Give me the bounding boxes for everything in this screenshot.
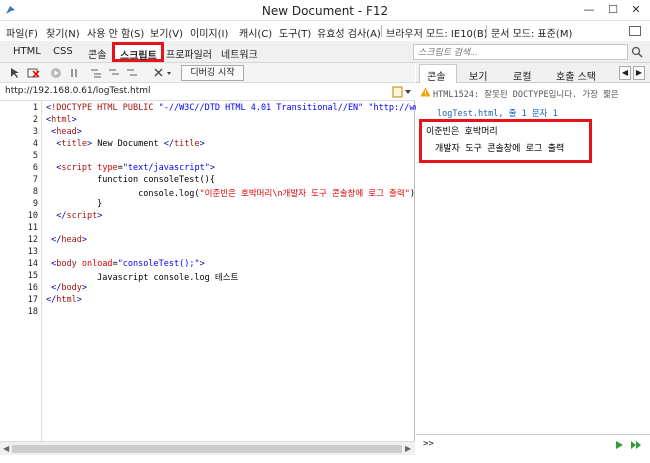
line-number-gutter[interactable]: 1 2 3 4 5 6 7 8 9 10 11 12 13 14 15 16 1… — [0, 101, 42, 442]
line-number: 1 — [32, 103, 38, 113]
code-line[interactable]: Javascript console.log 테스트 — [46, 271, 238, 283]
step-into-icon[interactable] — [90, 67, 103, 79]
line-number: 18 — [27, 307, 38, 317]
code-line[interactable]: </body> — [46, 283, 87, 293]
right-tab-callstack[interactable]: 호출 스택 — [556, 68, 596, 83]
step-out-icon[interactable] — [126, 67, 139, 79]
menu-file[interactable]: 파일(F) — [6, 25, 38, 40]
continue-icon[interactable] — [50, 67, 63, 79]
line-number: 15 — [27, 271, 38, 281]
close-button[interactable]: ✕ — [627, 2, 645, 18]
code-line[interactable]: } — [46, 199, 102, 209]
title-bar: New Document - F12 — ☐ ✕ — [0, 0, 650, 21]
minimize-button[interactable]: — — [580, 2, 598, 18]
menu-document-mode[interactable]: 문서 모드: 표준(M) — [491, 25, 572, 40]
code-editor[interactable]: 1 2 3 4 5 6 7 8 9 10 11 12 13 14 15 16 1… — [0, 101, 476, 442]
pause-icon[interactable] — [68, 67, 81, 79]
console-log-line: 이준빈은 호박머리 — [426, 127, 498, 137]
scrollbar-thumb[interactable] — [12, 445, 402, 453]
line-number: 4 — [32, 139, 38, 149]
code-line[interactable]: console.log("이준빈은 호박머리\n개발자 도구 콘솔창에 로그 출… — [46, 187, 420, 199]
right-tab-watch[interactable]: 보기 — [469, 68, 487, 83]
line-number: 2 — [32, 115, 38, 125]
line-number: 10 — [27, 211, 38, 221]
maximize-button[interactable]: ☐ — [604, 2, 622, 18]
code-line[interactable]: </head> — [46, 235, 87, 245]
console-log-line: 개발자 도구 콘솔창에 로그 출력 — [435, 144, 565, 154]
line-number: 13 — [27, 247, 38, 257]
line-number: 16 — [27, 283, 38, 293]
code-line[interactable]: function consoleTest(){ — [46, 175, 215, 185]
code-line[interactable]: <body onload="consoleTest();"> — [46, 259, 205, 269]
scroll-left-icon[interactable]: ◀ — [3, 444, 9, 453]
menu-separator — [486, 25, 487, 37]
status-strip — [0, 455, 650, 463]
line-number: 11 — [27, 223, 38, 233]
code-line[interactable]: <head> — [46, 127, 82, 137]
menu-tools[interactable]: 도구(T) — [279, 25, 311, 40]
console-prompt: >> — [423, 439, 434, 449]
menu-separator — [381, 25, 382, 37]
tab-html[interactable]: HTML — [13, 46, 41, 57]
script-url[interactable]: http://192.168.0.61/logTest.html — [5, 86, 151, 96]
menu-validate[interactable]: 유효성 검사(A) — [317, 25, 381, 40]
tabs-scroll-left-icon[interactable]: ◀ — [619, 66, 631, 80]
code-line[interactable]: <!DOCTYPE HTML PUBLIC "-//W3C//DTD HTML … — [46, 103, 476, 113]
script-search-input[interactable] — [413, 44, 628, 60]
line-number: 7 — [32, 175, 38, 185]
tab-script-label: 스크립트 — [120, 51, 157, 62]
select-element-icon[interactable] — [9, 67, 22, 79]
code-line[interactable]: </script> — [46, 211, 102, 221]
console-warning-text: HTML1524: 잘못된 DOCTYPE입니다. 가장 짧은 — [433, 90, 619, 100]
menu-view[interactable]: 보기(V) — [150, 25, 183, 40]
warning-icon — [420, 87, 431, 97]
window-title: New Document - F12 — [261, 4, 389, 18]
scroll-right-icon[interactable]: ▶ — [405, 444, 411, 453]
menu-browser-mode[interactable]: 브라우저 모드: IE10(B) — [386, 25, 488, 40]
line-number: 12 — [27, 235, 38, 245]
line-number: 5 — [32, 151, 38, 161]
menu-cache[interactable]: 캐시(C) — [239, 25, 272, 40]
start-debugging-button[interactable]: 디버깅 시작 — [181, 65, 244, 81]
code-line[interactable]: <script type="text/javascript"> — [46, 163, 215, 173]
tab-script[interactable]: 스크립트 — [112, 42, 164, 62]
tab-network[interactable]: 네트워크 — [221, 46, 258, 61]
code-line[interactable]: <title> New Document </title> — [46, 139, 204, 149]
tab-console[interactable]: 콘솔 — [88, 46, 106, 61]
script-list-dropdown-icon[interactable] — [391, 85, 413, 99]
menu-bar: 파일(F) 찾기(N) 사용 안 함(S) 보기(V) 이미지(I) 캐시(C)… — [0, 21, 650, 41]
window-layout-icon[interactable] — [629, 26, 641, 36]
right-tab-console[interactable]: 콘솔 — [427, 68, 445, 83]
console-warning-source-link[interactable]: logTest.html, 줄 1 문자 1 — [437, 107, 558, 119]
line-number: 14 — [27, 259, 38, 269]
line-number: 17 — [27, 295, 38, 305]
code-line[interactable]: </html> — [46, 295, 82, 305]
clear-browser-cache-icon[interactable] — [27, 67, 40, 79]
line-number: 8 — [32, 187, 38, 197]
tab-profiler[interactable]: 프로파일러 — [166, 46, 212, 61]
line-number: 9 — [32, 199, 38, 209]
script-source-bar: http://192.168.0.61/logTest.html — [0, 83, 415, 101]
editor-horizontal-scrollbar[interactable]: ◀ ▶ — [0, 441, 415, 455]
multiline-mode-icon[interactable] — [630, 440, 642, 450]
menu-find[interactable]: 찾기(N) — [46, 25, 80, 40]
script-toolbar: 디버깅 시작 — [0, 63, 415, 83]
line-number: 6 — [32, 163, 38, 173]
code-line[interactable]: <html> — [46, 115, 77, 125]
search-icon[interactable] — [631, 46, 643, 58]
menu-disable[interactable]: 사용 안 함(S) — [87, 25, 144, 40]
line-number: 3 — [32, 127, 38, 137]
run-script-icon[interactable] — [614, 440, 624, 450]
step-over-icon[interactable] — [108, 67, 121, 79]
break-on-error-icon[interactable] — [153, 67, 175, 79]
menu-images[interactable]: 이미지(I) — [190, 25, 228, 40]
tabs-scroll-right-icon[interactable]: ▶ — [633, 66, 645, 80]
right-tab-locals[interactable]: 로컬 — [513, 68, 531, 83]
tab-css[interactable]: CSS — [53, 46, 73, 57]
